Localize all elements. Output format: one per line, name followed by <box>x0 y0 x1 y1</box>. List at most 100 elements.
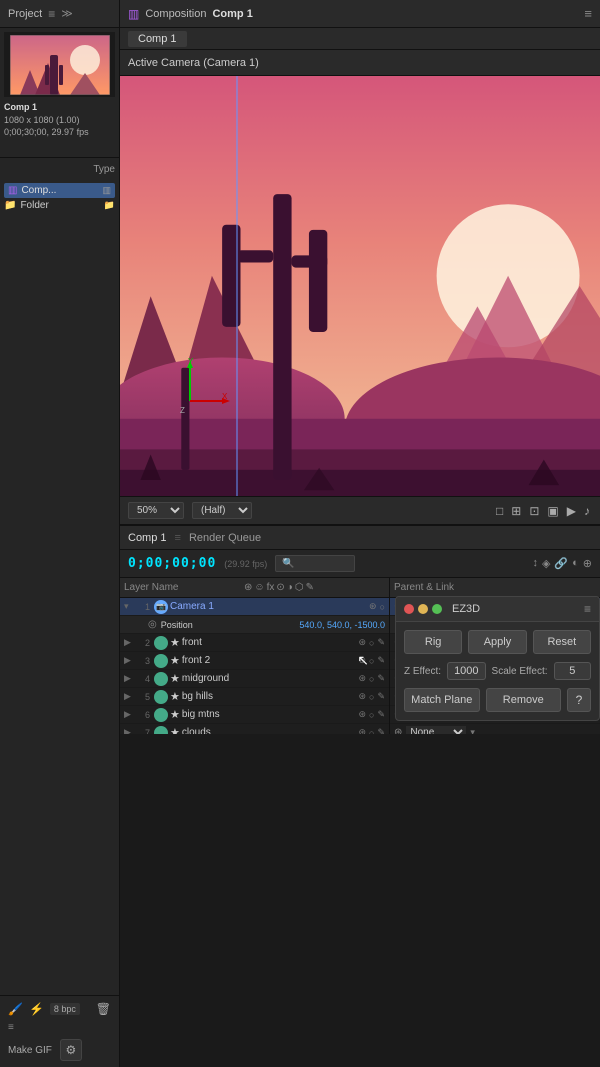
layer-expand-icon[interactable]: ▶ <box>124 727 134 734</box>
rig-button[interactable]: Rig <box>404 630 462 654</box>
maximize-button[interactable] <box>432 604 442 614</box>
comp-size: 1080 x 1080 (1.00) <box>4 114 115 127</box>
sidebar-tool-icon[interactable]: ⚡ <box>29 1002 44 1016</box>
apply-button[interactable]: Apply <box>468 630 526 654</box>
layer-visibility[interactable] <box>154 636 168 650</box>
layer-visibility[interactable] <box>154 690 168 704</box>
comp-tab[interactable]: Comp 1 <box>128 31 187 47</box>
layer-shy-icon[interactable]: ○ <box>369 674 374 684</box>
comp-panel-menu-icon[interactable]: ≡ <box>584 6 592 21</box>
layer-fx-icon[interactable]: ✎ <box>377 691 385 702</box>
layer-parent-icon[interactable]: ⊛ <box>358 691 366 702</box>
ez3d-panel: EZ3D ≡ Rig Apply Reset Z Effect: 1000 Sc… <box>395 596 600 721</box>
layer-shy-icon[interactable]: ○ <box>369 692 374 702</box>
layer-parent-icon[interactable]: ⊛ <box>358 655 366 666</box>
project-panel-header: Project ≡ ≫ <box>0 0 120 27</box>
table-row[interactable]: ▶ 6 ★ big mtns ⊛ ○ ✎ <box>120 706 389 724</box>
layer-shy-icon[interactable]: ○ <box>380 602 385 612</box>
render-queue-tab[interactable]: Render Queue <box>189 532 261 544</box>
table-row[interactable]: ▶ 4 ★ midground ⊛ ○ ✎ <box>120 670 389 688</box>
layer-visibility[interactable] <box>154 654 168 668</box>
minimize-button[interactable] <box>418 604 428 614</box>
layer-expand-icon[interactable]: ▶ <box>124 709 134 720</box>
comp-name-sidebar: Comp 1 <box>4 101 115 114</box>
match-plane-button[interactable]: Match Plane <box>404 688 480 712</box>
table-row[interactable]: ▾ 1 📷 Camera 1 ⊛ ○ <box>120 598 389 616</box>
active-camera-label: Active Camera (Camera 1) <box>128 57 259 69</box>
viewer-icon[interactable]: □ <box>494 504 505 518</box>
layer-search-input[interactable] <box>275 555 355 572</box>
layer-fx-icon[interactable]: ✎ <box>377 655 385 666</box>
layer-fx-icon[interactable]: ✎ <box>377 709 385 720</box>
col-icon-fx: fx <box>267 582 275 593</box>
layer-expand-icon[interactable]: ▶ <box>124 673 134 684</box>
timeline-icon-5[interactable]: ⊕ <box>583 557 592 570</box>
layer-fx-icon[interactable]: ✎ <box>377 727 385 734</box>
layer-parent-icon[interactable]: ⊛ <box>358 709 366 720</box>
desert-scene-svg <box>120 76 600 496</box>
layer-shy-icon[interactable]: ○ <box>369 656 374 666</box>
sidebar-tools-2: ≡ <box>8 1022 111 1033</box>
reset-button[interactable]: Reset <box>533 630 591 654</box>
panel-expand-icon[interactable]: ≫ <box>61 7 73 20</box>
svg-text:Z: Z <box>180 406 185 415</box>
layer-expand-icon[interactable]: ▶ <box>124 655 134 666</box>
table-row[interactable]: ▶ 2 ★ front ⊛ ○ ✎ <box>120 634 389 652</box>
ez3d-menu-icon[interactable]: ≡ <box>584 602 591 616</box>
scale-effect-value[interactable]: 5 <box>554 662 591 680</box>
parent-select[interactable]: None <box>406 726 466 734</box>
layer-visibility[interactable] <box>154 726 168 735</box>
trash-icon[interactable]: 🗑 <box>96 1002 111 1016</box>
timeline-divider: ≡ <box>175 532 181 544</box>
preview-icon[interactable]: ▶ <box>565 504 578 518</box>
layer-visibility[interactable] <box>154 672 168 686</box>
chevron-down-icon[interactable]: ▾ <box>470 727 475 734</box>
layer-expand-icon[interactable]: ▶ <box>124 691 134 702</box>
table-row[interactable]: ▶ 7 ★ clouds ⊛ ○ ✎ <box>120 724 389 734</box>
paint-icon[interactable]: 🖌️ <box>8 1002 23 1016</box>
comp-viewport[interactable]: Z Y X <box>120 76 600 496</box>
layer-visibility[interactable] <box>154 708 168 722</box>
help-button[interactable]: ? <box>567 688 591 712</box>
layer-parent-icon[interactable]: ⊛ <box>358 727 366 734</box>
audio-icon[interactable]: ♪ <box>582 504 592 518</box>
zoom-select[interactable]: 50% 100% 25% <box>128 502 184 519</box>
layer-expand-icon[interactable]: ▶ <box>124 637 134 648</box>
layer-number: 4 <box>134 674 150 684</box>
layer-parent-icon[interactable]: ⊛ <box>358 673 366 684</box>
timeline-icon-2[interactable]: ◈ <box>542 557 550 570</box>
z-effect-label: Z Effect: <box>404 666 441 677</box>
layer-expand-icon[interactable]: ▾ <box>124 601 134 612</box>
timeline-icon-3[interactable]: 🔗 <box>554 557 568 570</box>
timeline-icon-4[interactable]: ◐ <box>572 557 579 570</box>
main-layout: Comp 1 1080 x 1080 (1.00) 0;00;30;00, 29… <box>0 28 600 1067</box>
col-icon-parent: ⊛ <box>244 582 252 593</box>
layer-shy-icon[interactable]: ○ <box>369 728 374 735</box>
safe-zone-icon[interactable]: ⊡ <box>527 504 541 518</box>
layer-fx-icon[interactable]: ✎ <box>377 637 385 648</box>
quality-select[interactable]: (Half) (Full) (Third) <box>192 502 252 519</box>
table-row[interactable]: ▶ 5 ★ bg hills ⊛ ○ ✎ <box>120 688 389 706</box>
table-row[interactable]: ▶ 3 ★ front 2 ⊛ ○ ✎ ↖ <box>120 652 389 670</box>
layer-right-icons: ⊛ ○ ✎ <box>358 655 385 666</box>
sidebar-item-folder[interactable]: 📁 Folder 📁 <box>4 198 115 213</box>
layer-shy-icon[interactable]: ○ <box>369 638 374 648</box>
layer-solo-icon[interactable]: ⊛ <box>369 601 377 612</box>
remove-button[interactable]: Remove <box>486 688 562 712</box>
timeline-tab[interactable]: Comp 1 <box>128 532 167 544</box>
layer-parent-icon[interactable]: ⊛ <box>358 637 366 648</box>
sidebar-item-comp[interactable]: ▥ Comp... ▥ <box>4 183 115 198</box>
table-row[interactable]: ◎ Position 540.0, 540.0, -1500.0 <box>120 616 389 634</box>
z-effect-value[interactable]: 1000 <box>447 662 485 680</box>
gif-settings-button[interactable]: ⚙ <box>60 1039 82 1061</box>
hamburger-icon[interactable]: ≡ <box>48 7 55 21</box>
sidebar-comp-type-icon: ▥ <box>102 185 111 196</box>
layer-fx-icon[interactable]: ✎ <box>377 673 385 684</box>
timeline-icon-1[interactable]: ↕ <box>532 557 538 570</box>
layer-visibility[interactable]: 📷 <box>154 600 168 614</box>
mask-icon[interactable]: ▣ <box>545 504 560 518</box>
close-button[interactable] <box>404 604 414 614</box>
layers-col-header: Layer Name ⊛ ☺ fx ⊙ ◑ ⬡ ✎ <box>120 578 389 598</box>
grid-icon[interactable]: ⊞ <box>509 504 523 518</box>
layer-shy-icon[interactable]: ○ <box>369 710 374 720</box>
